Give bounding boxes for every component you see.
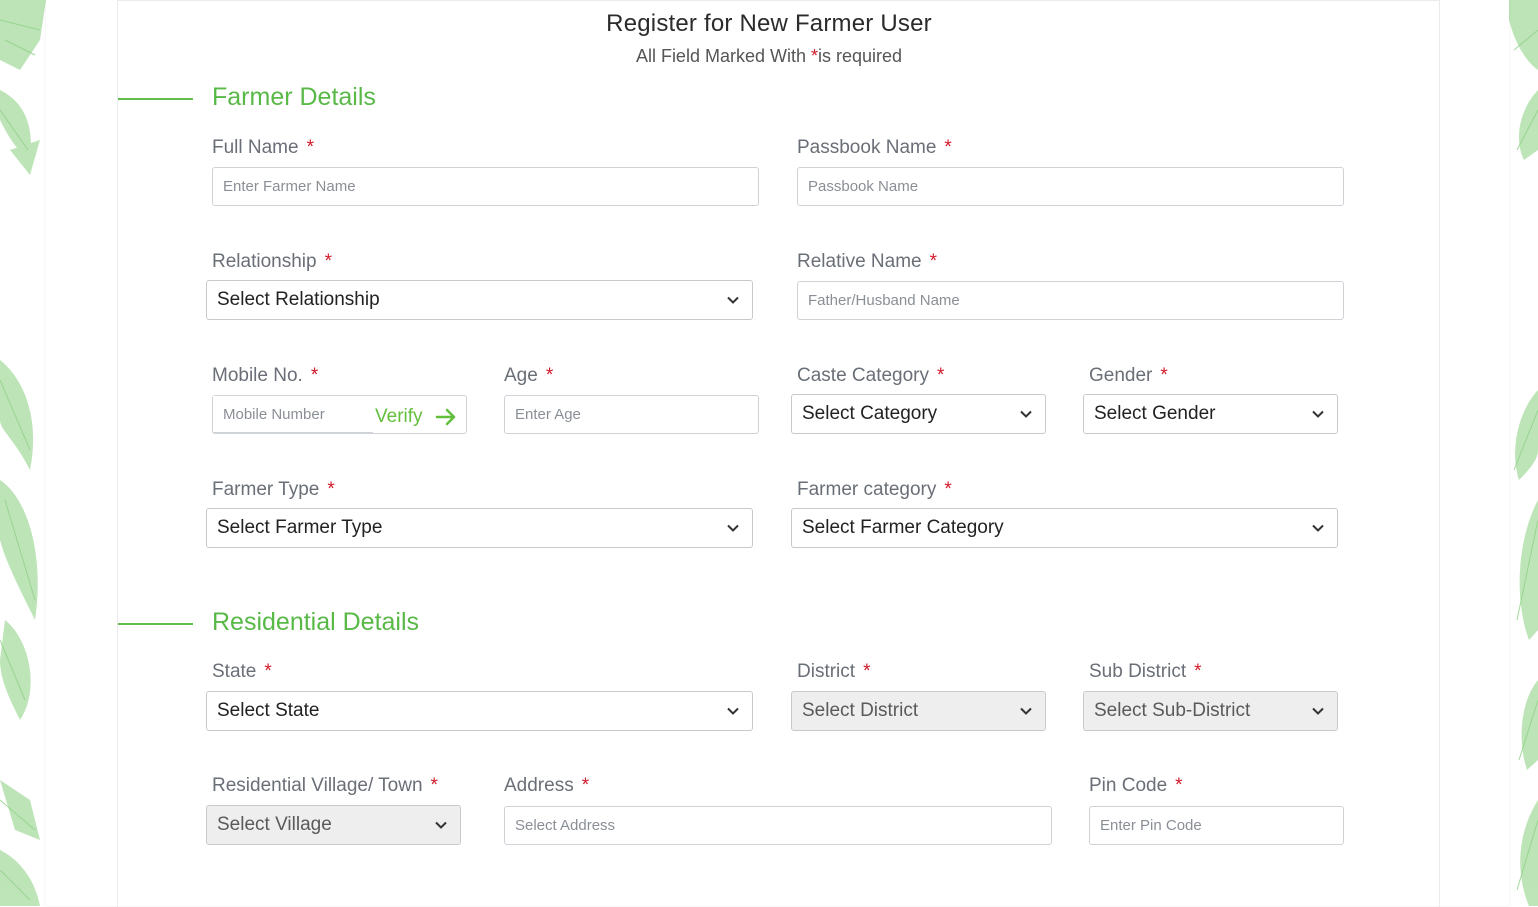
required-star: *: [863, 661, 871, 682]
required-star: *: [944, 479, 952, 500]
farmer-type-label: Farmer Type *: [212, 479, 335, 501]
label-text: Relative Name: [797, 251, 922, 272]
chevron-down-icon: [1020, 410, 1032, 418]
required-star: *: [327, 479, 335, 500]
full-name-label: Full Name *: [212, 137, 314, 159]
select-value: Select Village: [217, 814, 332, 835]
pin-code-input[interactable]: [1089, 806, 1344, 845]
label-text: Farmer Type: [212, 479, 320, 500]
gender-select[interactable]: Select Gender: [1083, 394, 1338, 434]
label-text: Caste Category: [797, 365, 930, 386]
label-text: Sub District: [1089, 661, 1187, 682]
chevron-down-icon: [435, 821, 447, 829]
required-star: *: [324, 251, 332, 272]
select-value: Select Sub-District: [1094, 700, 1251, 721]
relative-name-input[interactable]: [797, 281, 1344, 320]
decorative-leaf-background-left: [0, 0, 46, 906]
select-value: Select Farmer Type: [217, 517, 383, 538]
chevron-down-icon: [1312, 524, 1324, 532]
required-star: *: [581, 775, 590, 796]
farmer-category-select[interactable]: Select Farmer Category: [791, 508, 1338, 548]
village-select[interactable]: Select Village: [206, 805, 461, 845]
required-star: *: [264, 661, 272, 682]
page-subtitle: All Field Marked With *is required: [0, 46, 1538, 67]
required-star: *: [430, 775, 438, 796]
label-text: Pin Code: [1089, 775, 1168, 796]
required-star: *: [929, 251, 938, 272]
registration-card: [46, 0, 1509, 907]
chevron-down-icon: [727, 524, 739, 532]
state-label: State *: [212, 661, 272, 683]
mobile-label: Mobile No. *: [212, 365, 318, 387]
chevron-down-icon: [727, 296, 739, 304]
label-text: State: [212, 661, 257, 682]
select-value: Select Relationship: [217, 289, 380, 310]
village-label: Residential Village/ Town *: [212, 775, 438, 797]
caste-category-select[interactable]: Select Category: [791, 394, 1046, 434]
pin-code-label: Pin Code *: [1089, 775, 1183, 797]
select-value: Select Category: [802, 403, 938, 424]
full-name-input[interactable]: [212, 167, 759, 206]
required-star: *: [545, 365, 554, 386]
verify-label: Verify: [375, 406, 423, 427]
district-label: District *: [797, 661, 870, 683]
verify-button[interactable]: Verify: [375, 406, 457, 428]
section-title-residential-details: Residential Details: [212, 608, 420, 636]
page-title: Register for New Farmer User: [606, 10, 932, 37]
farmer-type-select[interactable]: Select Farmer Type: [206, 508, 753, 548]
label-text: Relationship: [212, 251, 317, 272]
subtitle-text: All Field Marked With: [635, 46, 811, 66]
label-text: Gender: [1089, 365, 1153, 386]
sub-district-select[interactable]: Select Sub-District: [1083, 691, 1338, 731]
passbook-name-label: Passbook Name *: [797, 137, 952, 159]
select-value: Select District: [802, 700, 919, 721]
required-star: *: [1175, 775, 1183, 796]
address-label: Address *: [504, 775, 589, 797]
relative-name-label: Relative Name *: [797, 251, 937, 273]
required-star: *: [1194, 661, 1202, 682]
chevron-down-icon: [1312, 410, 1324, 418]
required-star: *: [310, 365, 319, 386]
mobile-number-input[interactable]: [213, 396, 373, 433]
label-text: Full Name: [212, 137, 299, 158]
select-value: Select Gender: [1094, 403, 1216, 424]
required-star: *: [1160, 365, 1168, 386]
farmer-category-label: Farmer category *: [797, 479, 952, 501]
mobile-field-group: Verify: [212, 395, 467, 434]
sub-district-label: Sub District *: [1089, 661, 1202, 683]
select-value: Select Farmer Category: [802, 517, 1004, 538]
chevron-down-icon: [1312, 707, 1324, 715]
label-text: Age: [504, 365, 538, 386]
gender-label: Gender *: [1089, 365, 1168, 387]
form-container: [117, 0, 1440, 907]
chevron-down-icon: [1020, 707, 1032, 715]
label-text: Passbook Name: [797, 137, 937, 158]
required-star: *: [306, 137, 314, 158]
decorative-leaf-background-right: [1509, 0, 1538, 906]
caste-category-label: Caste Category *: [797, 365, 944, 387]
required-star: *: [937, 365, 945, 386]
label-text: District: [797, 661, 856, 682]
passbook-name-input[interactable]: [797, 167, 1344, 206]
chevron-down-icon: [727, 707, 739, 715]
label-text: Farmer category: [797, 479, 937, 500]
section-divider-line: [118, 98, 193, 100]
relationship-label: Relationship *: [212, 251, 332, 273]
state-select[interactable]: Select State: [206, 691, 753, 731]
address-input[interactable]: [504, 806, 1052, 845]
age-input[interactable]: [504, 395, 759, 434]
select-value: Select State: [217, 700, 320, 721]
age-label: Age *: [504, 365, 553, 387]
relationship-select[interactable]: Select Relationship: [206, 280, 753, 320]
required-star: *: [810, 46, 818, 66]
section-title-farmer-details: Farmer Details: [212, 83, 376, 111]
section-divider-line: [118, 623, 193, 625]
label-text: Residential Village/ Town: [212, 775, 423, 796]
arrow-right-icon: [435, 408, 455, 426]
label-text: Mobile No.: [212, 365, 303, 386]
required-star: *: [944, 137, 952, 158]
district-select[interactable]: Select District: [791, 691, 1046, 731]
label-text: Address: [504, 775, 574, 796]
subtitle-text-suffix: is required: [818, 46, 903, 66]
